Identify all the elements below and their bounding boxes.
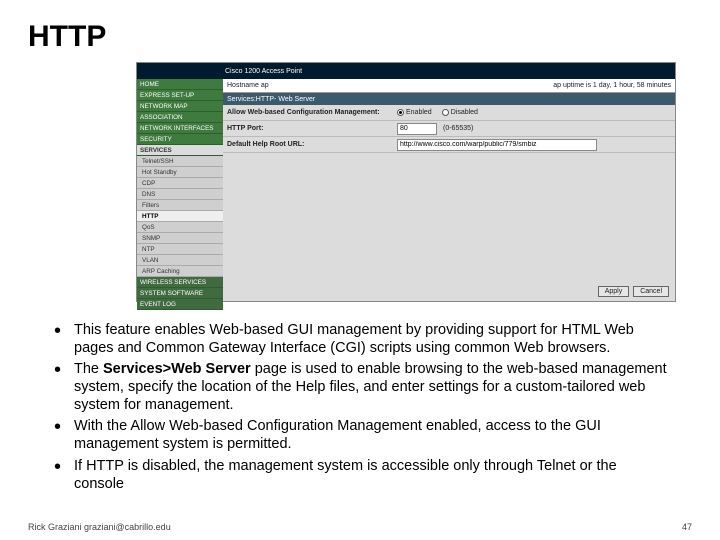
sidebar-item-networkmap[interactable]: NETWORK MAP <box>137 101 223 112</box>
sidebar-item-wireless[interactable]: WIRELESS SERVICES <box>137 277 223 288</box>
page-title: HTTP <box>28 20 692 54</box>
sidebar-item-interfaces[interactable]: NETWORK INTERFACES <box>137 123 223 134</box>
device-label: Cisco 1200 Access Point <box>225 68 302 75</box>
sidebar-item-snmp[interactable]: SNMP <box>137 233 223 244</box>
bullet-item: If HTTP is disabled, the management syst… <box>50 458 670 493</box>
sidebar-item-security[interactable]: SECURITY <box>137 134 223 145</box>
url-input[interactable] <box>397 139 597 151</box>
config-panel: Allow Web-based Configuration Management… <box>223 105 675 281</box>
row-allow: Allow Web-based Configuration Management… <box>223 105 675 121</box>
sidebar-item-services[interactable]: SERVICES <box>137 145 223 156</box>
allow-label: Allow Web-based Configuration Management… <box>227 109 397 116</box>
row-port: HTTP Port: (0-65535) <box>223 121 675 137</box>
sidebar-item-home[interactable]: HOME <box>137 79 223 90</box>
sidebar-item-arp[interactable]: ARP Caching <box>137 266 223 277</box>
sidebar-item-hotstandby[interactable]: Hot Standby <box>137 167 223 178</box>
radio-enabled[interactable]: Enabled <box>397 109 432 116</box>
sidebar-item-qos[interactable]: QoS <box>137 222 223 233</box>
cancel-button[interactable]: Cancel <box>633 286 669 297</box>
sidebar-item-cdp[interactable]: CDP <box>137 178 223 189</box>
bullet-item: This feature enables Web-based GUI manag… <box>50 322 670 357</box>
port-input[interactable] <box>397 123 437 135</box>
page-number: 47 <box>682 522 692 532</box>
sidebar-item-express[interactable]: EXPRESS SET-UP <box>137 90 223 101</box>
sidebar: HOME EXPRESS SET-UP NETWORK MAP ASSOCIAT… <box>137 79 223 301</box>
sidebar-item-association[interactable]: ASSOCIATION <box>137 112 223 123</box>
bullet-item: With the Allow Web-based Configuration M… <box>50 418 670 453</box>
sidebar-item-software[interactable]: SYSTEM SOFTWARE <box>137 288 223 299</box>
device-header: Cisco 1200 Access Point <box>137 63 675 79</box>
footer: Rick Graziani graziani@cabrillo.edu 47 <box>28 522 692 532</box>
hostname-bar: Hostname ap ap uptime is 1 day, 1 hour, … <box>223 79 675 93</box>
button-bar: Apply Cancel <box>598 286 669 297</box>
hostname-label: Hostname ap <box>227 82 269 89</box>
port-label: HTTP Port: <box>227 125 397 132</box>
port-hint: (0-65535) <box>443 125 473 132</box>
url-label: Default Help Root URL: <box>227 141 397 148</box>
sidebar-item-vlan[interactable]: VLAN <box>137 255 223 266</box>
sidebar-item-ntp[interactable]: NTP <box>137 244 223 255</box>
footer-author: Rick Graziani graziani@cabrillo.edu <box>28 522 171 532</box>
row-url: Default Help Root URL: <box>223 137 675 153</box>
radio-dot-icon <box>397 109 404 116</box>
sidebar-item-filters[interactable]: Filters <box>137 200 223 211</box>
sidebar-item-eventlog[interactable]: EVENT LOG <box>137 299 223 310</box>
sidebar-item-http[interactable]: HTTP <box>137 211 223 222</box>
bullet-item: The Services>Web Server page is used to … <box>50 361 670 414</box>
uptime-label: ap uptime is 1 day, 1 hour, 58 minutes <box>553 82 671 89</box>
radio-disabled[interactable]: Disabled <box>442 109 478 116</box>
radio-dot-icon <box>442 109 449 116</box>
sidebar-item-dns[interactable]: DNS <box>137 189 223 200</box>
sidebar-item-telnet[interactable]: Telnet/SSH <box>137 156 223 167</box>
bullet-list: This feature enables Web-based GUI manag… <box>50 322 670 493</box>
config-screenshot: Cisco 1200 Access Point Hostname ap ap u… <box>136 62 676 302</box>
apply-button[interactable]: Apply <box>598 286 630 297</box>
breadcrumb: Services:HTTP- Web Server <box>223 93 675 105</box>
